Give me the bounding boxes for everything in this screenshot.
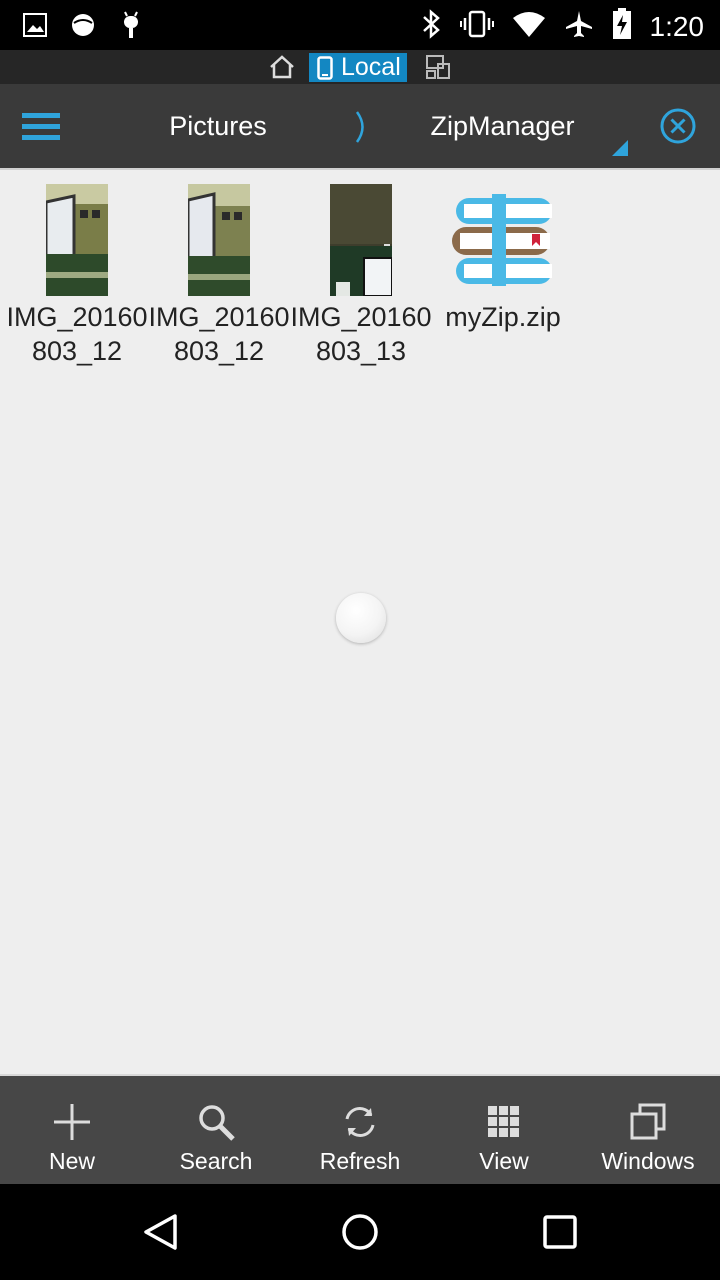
wifi-icon: [512, 10, 546, 43]
system-nav-bar: [0, 1184, 720, 1280]
recents-icon[interactable]: [540, 1212, 580, 1257]
local-label: Local: [341, 53, 401, 81]
file-name: IMG_20160803_12: [148, 302, 290, 366]
status-bar: 1:20: [0, 0, 720, 50]
image-thumbnail: [44, 184, 108, 301]
file-name: myZip.zip: [445, 302, 561, 332]
back-icon[interactable]: [140, 1212, 180, 1257]
view-button[interactable]: View: [432, 1076, 576, 1184]
network-icon[interactable]: [424, 54, 452, 80]
refresh-button[interactable]: Refresh: [288, 1076, 432, 1184]
refresh-label: Refresh: [319, 1148, 401, 1174]
loading-spinner: [336, 593, 386, 643]
close-circle-icon[interactable]: [658, 106, 698, 151]
bluetooth-icon: [420, 8, 442, 45]
plus-icon: [54, 1104, 90, 1140]
grid-view-icon: [488, 1106, 519, 1137]
image-icon: [22, 12, 48, 43]
phone-icon: [317, 55, 333, 80]
image-thumbnail: [186, 184, 250, 301]
windows-icon: [630, 1103, 666, 1140]
home-icon[interactable]: [268, 54, 296, 80]
breadcrumb-separator-icon: [352, 110, 372, 144]
windows-label: Windows: [601, 1148, 695, 1174]
breadcrumb-pictures[interactable]: Pictures: [150, 84, 286, 168]
new-label: New: [48, 1148, 95, 1174]
android-debug-icon: [118, 10, 144, 45]
image-thumbnail: [330, 184, 393, 301]
file-name: IMG_20160803_12: [6, 302, 148, 366]
vibrate-icon: [459, 9, 494, 44]
local-storage-tab[interactable]: Local: [309, 53, 407, 82]
search-icon: [199, 1105, 235, 1141]
search-button[interactable]: Search: [144, 1076, 288, 1184]
status-time: 1:20: [649, 10, 705, 42]
bottom-toolbar: New Search Refresh View Windows: [0, 1074, 720, 1184]
file-name: IMG_20160803_13: [290, 302, 432, 366]
view-label: View: [479, 1148, 529, 1174]
refresh-icon: [345, 1107, 375, 1137]
windows-button[interactable]: Windows: [576, 1076, 720, 1184]
circle-app-icon: [70, 12, 96, 43]
search-label: Search: [179, 1148, 253, 1174]
airplane-mode-icon: [564, 9, 594, 44]
app-header: Pictures ZipManager: [0, 84, 720, 170]
new-button[interactable]: New: [0, 1076, 144, 1184]
dropdown-triangle-icon[interactable]: [612, 140, 628, 156]
battery-charging-icon: [612, 8, 632, 45]
breadcrumb-zipmanager[interactable]: ZipManager: [410, 84, 595, 168]
hamburger-menu-icon[interactable]: [22, 110, 62, 144]
location-bar: Local: [0, 50, 720, 84]
zip-archive-icon: [452, 194, 554, 295]
home-button-icon[interactable]: [340, 1212, 380, 1257]
